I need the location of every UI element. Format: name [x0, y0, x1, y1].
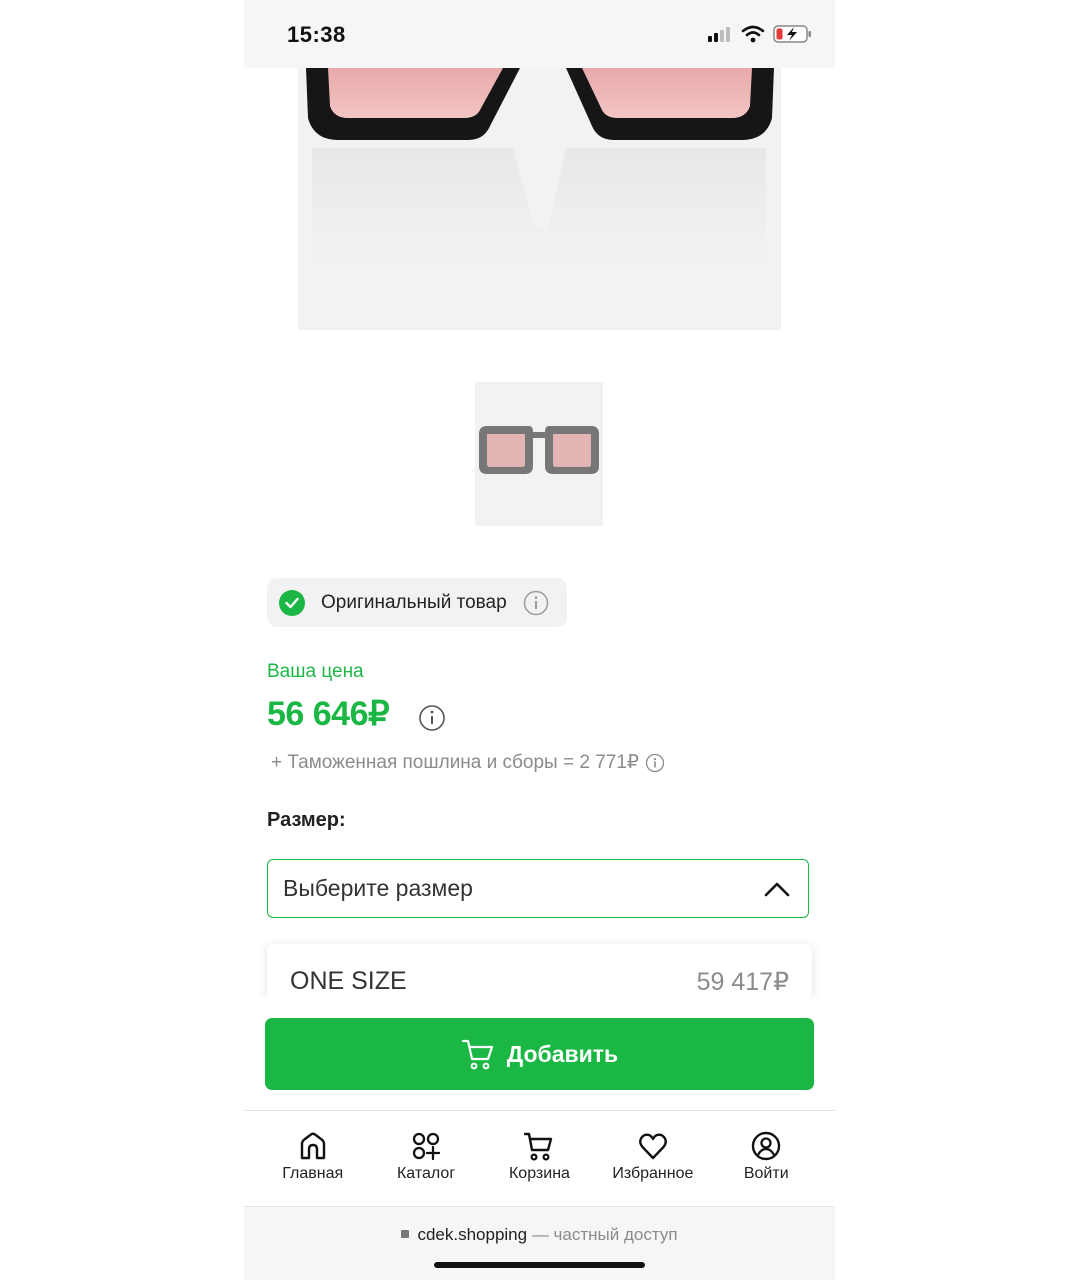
- product-price: 56 646₽: [267, 695, 390, 733]
- private-access-label: — частный доступ: [531, 1225, 678, 1244]
- size-option-price: 59 417₽: [696, 968, 789, 996]
- tab-login[interactable]: Войти: [716, 1111, 816, 1206]
- customs-duty-line: + Таможенная пошлина и сборы = 2 771₽: [271, 751, 665, 774]
- product-thumbnail[interactable]: [475, 382, 603, 526]
- size-option[interactable]: ONE SIZE 59 417₽: [267, 944, 812, 999]
- cart-icon: [524, 1132, 553, 1161]
- home-icon: [300, 1132, 325, 1160]
- price-info-icon[interactable]: [418, 704, 446, 732]
- tab-catalog[interactable]: Каталог: [376, 1111, 476, 1206]
- status-icons: [707, 24, 813, 44]
- info-icon[interactable]: [523, 590, 549, 616]
- user-icon: [752, 1131, 781, 1161]
- size-option-name: ONE SIZE: [290, 967, 407, 995]
- size-select-placeholder: Выберите размер: [283, 875, 473, 901]
- tab-favorites[interactable]: Избранное: [603, 1111, 703, 1206]
- home-indicator[interactable]: [434, 1262, 645, 1268]
- url-domain: cdek.shopping: [417, 1225, 528, 1244]
- phone-screen: 15:38 Оригинальный товар Ваша цена 56 64…: [244, 0, 835, 1280]
- tab-bar: Главная Каталог Корзина Избранное Войти: [244, 1110, 835, 1206]
- add-to-cart-button[interactable]: Добавить: [265, 1018, 814, 1090]
- tab-cart-label: Корзина: [508, 1165, 570, 1182]
- status-bar: 15:38: [244, 0, 835, 68]
- lock-icon: [401, 1230, 410, 1238]
- product-main-image[interactable]: [298, 68, 781, 330]
- customs-duty-text: + Таможенная пошлина и сборы = 2 771₽: [271, 752, 639, 773]
- tab-login-label: Войти: [743, 1165, 789, 1182]
- heart-icon: [638, 1133, 667, 1160]
- tab-cart[interactable]: Корзина: [489, 1111, 589, 1206]
- wifi-icon: [741, 25, 765, 43]
- tab-home[interactable]: Главная: [263, 1111, 363, 1206]
- original-product-badge[interactable]: Оригинальный товар: [267, 578, 567, 627]
- tab-favorites-label: Избранное: [612, 1165, 694, 1182]
- signal-icon: [708, 27, 730, 42]
- catalog-icon: [412, 1132, 441, 1161]
- browser-url-bar[interactable]: cdek.shopping — частный доступ: [244, 1206, 835, 1280]
- status-time: 15:38: [287, 22, 346, 47]
- tab-home-label: Главная: [282, 1165, 344, 1182]
- original-badge-label: Оригинальный товар: [321, 591, 507, 613]
- duty-info-icon[interactable]: [645, 753, 665, 773]
- battery-icon: [773, 25, 811, 43]
- add-button-label: Добавить: [506, 1040, 619, 1067]
- cart-icon: [461, 1039, 493, 1070]
- size-label: Размер:: [267, 809, 346, 831]
- tab-catalog-label: Каталог: [396, 1165, 456, 1182]
- url-text: cdek.shopping — частный доступ: [244, 1225, 835, 1245]
- check-icon: [279, 589, 305, 616]
- chevron-up-icon: [764, 882, 790, 896]
- size-select[interactable]: Выберите размер: [267, 859, 809, 918]
- price-label: Ваша цена: [267, 661, 364, 682]
